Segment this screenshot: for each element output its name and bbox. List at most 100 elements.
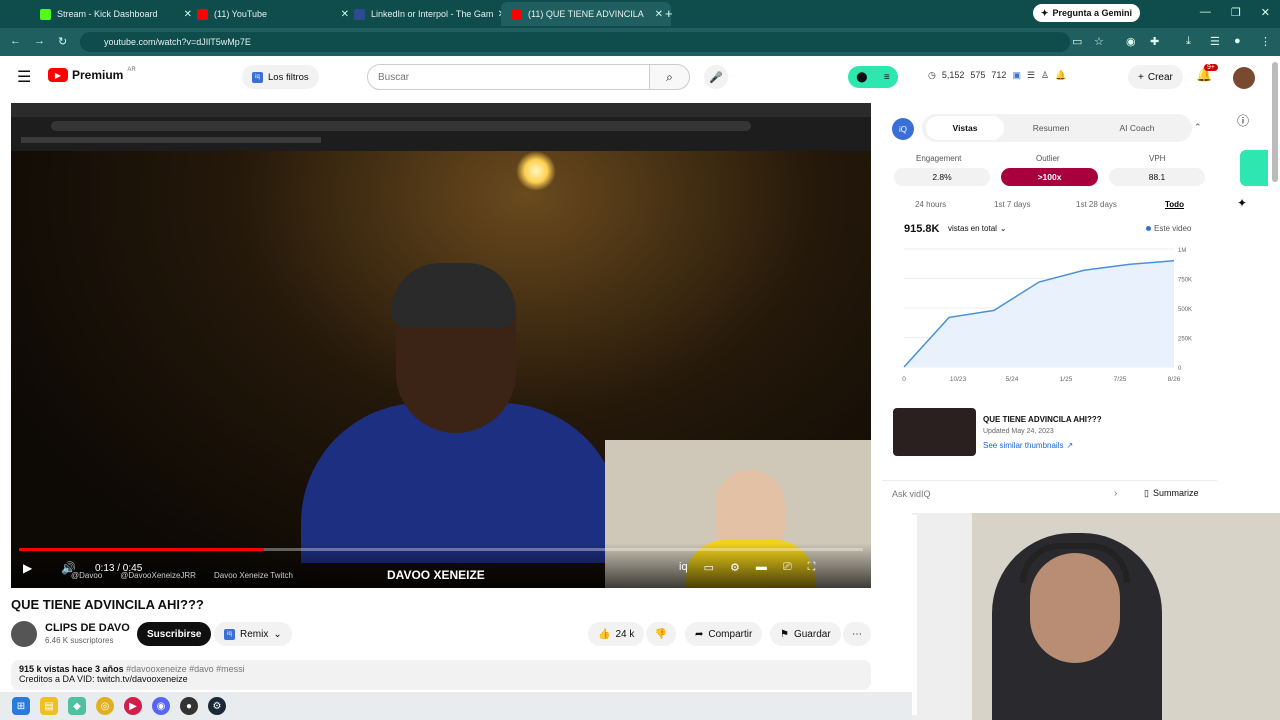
share-button[interactable]: ➦ Compartir xyxy=(685,622,763,646)
hashtags[interactable]: #davooxeneize #davo #messi xyxy=(126,664,245,674)
x-tick-label: 5/24 xyxy=(1006,376,1019,383)
create-button[interactable]: + Crear xyxy=(1128,65,1183,89)
back-icon[interactable]: ← xyxy=(10,35,21,47)
tab-linkedin[interactable]: LinkedIn or Interpol - The Gam ✕ xyxy=(344,2,514,26)
menu-icon[interactable]: ⋮ xyxy=(1260,35,1271,48)
stat-c: 712 xyxy=(991,70,1007,80)
extensions-icon[interactable]: ✚ xyxy=(1150,35,1159,48)
range-28d[interactable]: 1st 28 days xyxy=(1076,200,1117,209)
clock-icon: ◷ xyxy=(928,70,936,80)
maximize-icon[interactable]: ❐ xyxy=(1231,6,1241,19)
reload-icon[interactable]: ↻ xyxy=(58,35,67,48)
ask-vidiq-input[interactable]: Ask vidIQ xyxy=(892,489,931,499)
stat-b: 575 xyxy=(970,70,986,80)
thumbs-up-icon: 👍 xyxy=(598,628,611,640)
tab-current-video[interactable]: (11) QUE TIENE ADVINCILA ✕ xyxy=(501,2,671,26)
bars-icon[interactable]: ☰ xyxy=(1027,70,1035,81)
y-tick-label: 250K xyxy=(1178,337,1192,343)
chrome-icon[interactable]: ◎ xyxy=(96,697,114,715)
avatar[interactable] xyxy=(1233,67,1255,89)
more-actions-button[interactable]: ⋯ xyxy=(843,622,871,646)
x-tick-label: 8/26 xyxy=(1168,376,1181,383)
search-button[interactable]: ⌕ xyxy=(650,64,690,90)
vidiq-player-icon[interactable]: iq xyxy=(679,561,688,574)
views-chart: 0 250K 500K 750K 1M 0 10/23 5/24 1/25 7/25 8/26 xyxy=(902,248,1192,383)
summarize-button[interactable]: ▯ Summarize xyxy=(1144,488,1198,499)
os-taskbar: ⊞ ▤ ◆ ◎ ▶ ◉ ● ⚙ xyxy=(0,692,912,720)
light-glow xyxy=(516,151,556,191)
gemini-icon: ✦ xyxy=(1040,7,1049,18)
bookmark-star-icon[interactable]: ☆ xyxy=(1094,35,1104,48)
tab-ai-coach[interactable]: AI Coach xyxy=(1098,116,1176,140)
file-explorer-icon[interactable]: ▤ xyxy=(40,697,58,715)
windows-start-icon[interactable]: ⊞ xyxy=(12,697,30,715)
range-7d[interactable]: 1st 7 days xyxy=(994,200,1030,209)
forward-icon[interactable]: → xyxy=(34,35,45,47)
vidiq-small-icon[interactable]: ▣ xyxy=(1012,70,1021,81)
close-window-icon[interactable]: ✕ xyxy=(1261,6,1270,19)
tab-label: LinkedIn or Interpol - The Gam xyxy=(371,9,494,19)
tab-kick[interactable]: Stream - Kick Dashboard ✕ xyxy=(30,2,200,26)
like-button[interactable]: 👍 24 k xyxy=(588,622,645,646)
subscribe-button[interactable]: Suscribirse xyxy=(137,622,212,646)
range-all[interactable]: Todo xyxy=(1165,200,1184,209)
views-dropdown[interactable]: vistas en total ⌄ xyxy=(948,224,1007,233)
related-thumbnail[interactable] xyxy=(893,408,976,456)
close-icon[interactable]: ✕ xyxy=(655,9,663,20)
badge-icon[interactable]: ♙ xyxy=(1041,70,1049,81)
youtube-logo[interactable]: ▶ Premium AR xyxy=(48,67,136,82)
voice-search-button[interactable]: 🎤 xyxy=(704,65,728,89)
vidiq-extension-icon[interactable]: ◉ xyxy=(1126,35,1136,48)
hamburger-menu-icon[interactable]: ☰ xyxy=(17,67,31,87)
chevron-right-icon[interactable]: › xyxy=(1114,488,1117,499)
steam-icon[interactable]: ⚙ xyxy=(208,697,226,715)
vidiq-side-tab[interactable] xyxy=(1240,150,1268,186)
progress-bar[interactable] xyxy=(19,548,863,551)
x-tick-label: 10/23 xyxy=(950,376,967,383)
video-player[interactable]: ▶ 🔊 0:13 / 0:45 @Davoo @DavooXeneizeJRR … xyxy=(11,103,871,588)
tab-search-icon[interactable]: ☰ xyxy=(1210,35,1220,48)
profile-avatar-icon[interactable]: ● xyxy=(1234,35,1241,47)
gemini-button[interactable]: ✦ Pregunta a Gemini xyxy=(1032,4,1140,22)
media-player-icon[interactable]: ▶ xyxy=(124,697,142,715)
channel-name[interactable]: CLIPS DE DAVO xyxy=(45,622,130,634)
search-input[interactable]: Buscar xyxy=(367,64,650,90)
dislike-button[interactable]: 👎 xyxy=(646,622,676,646)
remix-button[interactable]: iq Remix ⌄ xyxy=(214,622,292,646)
scrollbar[interactable] xyxy=(1272,62,1278,182)
alert-icon[interactable]: 🔔 xyxy=(1055,70,1066,81)
subtitles-icon[interactable]: ▭ xyxy=(704,561,714,574)
tab-youtube[interactable]: (11) YouTube ✕ xyxy=(187,2,357,26)
collapse-icon[interactable]: ⌃ xyxy=(1194,122,1202,133)
metric-vph-label: VPH xyxy=(1149,154,1166,163)
link-label: See similar thumbnails xyxy=(983,441,1064,450)
filters-button[interactable]: iq Los filtros xyxy=(242,65,319,89)
info-icon[interactable]: ⓘ xyxy=(1237,112,1249,129)
settings-gear-icon[interactable]: ⚙ xyxy=(730,561,740,574)
linkedin-icon xyxy=(354,8,365,20)
related-title[interactable]: QUE TIENE ADVINCILA AHI??? xyxy=(983,415,1102,424)
discord-icon[interactable]: ◉ xyxy=(152,697,170,715)
url-field[interactable]: youtube.com/watch?v=dJIlT5wMp7E xyxy=(80,32,1070,52)
description-box[interactable]: 915 k vistas hace 3 años #davooxeneize #… xyxy=(11,660,871,690)
theater-mode-icon[interactable]: ▬ xyxy=(756,561,767,574)
obs-icon[interactable]: ● xyxy=(180,697,198,715)
tab-summary[interactable]: Resumen xyxy=(1012,116,1090,140)
kick-icon xyxy=(40,8,51,20)
cast-icon[interactable]: ⎚ xyxy=(783,561,792,574)
channel-avatar[interactable] xyxy=(11,621,37,647)
fullscreen-icon[interactable]: ⛶ xyxy=(808,561,816,574)
download-icon[interactable]: ⤓ xyxy=(1186,35,1191,48)
similar-thumbnails-link[interactable]: See similar thumbnails ↗ xyxy=(983,441,1073,450)
save-button[interactable]: ⚑ Guardar xyxy=(770,622,841,646)
share-icon: ➦ xyxy=(695,628,704,640)
sparkle-icon[interactable]: ✦ xyxy=(1237,196,1247,210)
range-24h[interactable]: 24 hours xyxy=(915,200,946,209)
play-icon[interactable]: ▶ xyxy=(23,561,32,575)
new-tab-button[interactable]: + xyxy=(665,6,673,21)
vidiq-toggle[interactable]: ⬤ ≡ xyxy=(848,66,898,88)
cast-icon[interactable]: ▭ xyxy=(1072,35,1082,48)
app-icon[interactable]: ◆ xyxy=(68,697,86,715)
minimize-icon[interactable]: — xyxy=(1200,6,1211,19)
tab-views[interactable]: Vistas xyxy=(926,116,1004,140)
